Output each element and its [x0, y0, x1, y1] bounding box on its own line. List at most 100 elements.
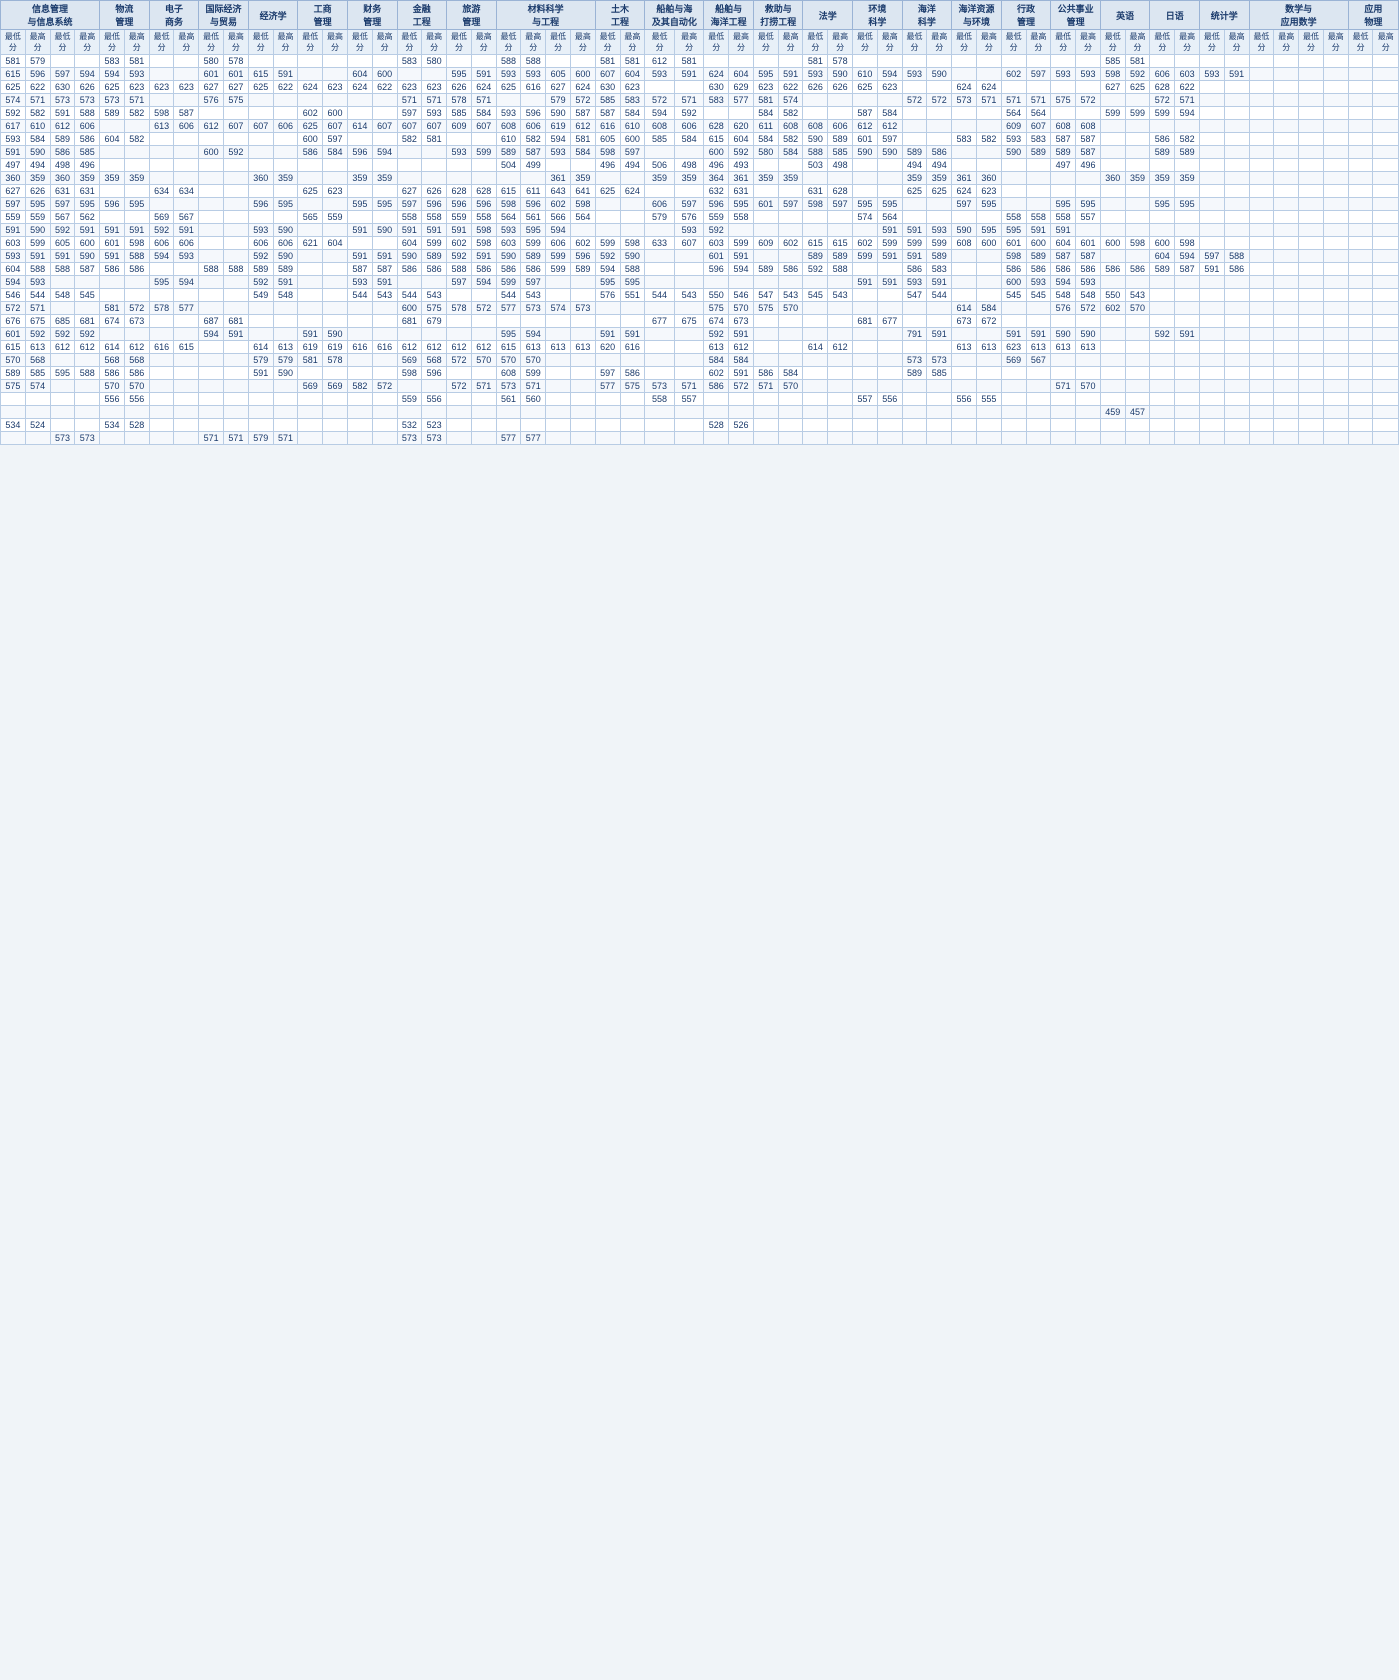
table-cell: 599: [422, 237, 447, 250]
table-cell: [1175, 354, 1200, 367]
table-cell: [1150, 354, 1175, 367]
table-cell: 494: [902, 159, 927, 172]
table-cell: [1199, 172, 1224, 185]
table-cell: 588: [50, 263, 75, 276]
table-cell: 558: [645, 393, 675, 406]
table-cell: 575: [620, 380, 645, 393]
table-row: 5595595675625695675655595585585595585645…: [1, 211, 1399, 224]
table-cell: 579: [273, 354, 298, 367]
table-cell: 626: [25, 185, 50, 198]
table-cell: [75, 55, 100, 68]
table-cell: [397, 146, 422, 159]
table-cell: [447, 393, 472, 406]
table-cell: 606: [149, 237, 174, 250]
table-cell: 557: [853, 393, 878, 406]
table-cell: [1348, 172, 1373, 185]
table-cell: [1076, 315, 1101, 328]
table-cell: 596: [100, 198, 125, 211]
sub-col-32: 最高分: [778, 30, 803, 55]
table-cell: 623: [620, 81, 645, 94]
table-cell: 573: [422, 432, 447, 445]
table-cell: [347, 94, 372, 107]
table-cell: 633: [645, 237, 675, 250]
table-cell: [877, 289, 902, 302]
table-cell: 591: [1026, 328, 1051, 341]
table-cell: [1348, 315, 1373, 328]
table-cell: [248, 146, 273, 159]
table-cell: [1100, 94, 1125, 107]
table-cell: [1224, 55, 1249, 68]
table-cell: [595, 198, 620, 211]
table-cell: 584: [323, 146, 348, 159]
sub-col-3: 最低分: [50, 30, 75, 55]
table-cell: [1249, 120, 1274, 133]
table-cell: 591: [298, 328, 323, 341]
table-cell: 596: [347, 146, 372, 159]
table-cell: 364: [704, 172, 729, 185]
table-cell: 579: [25, 55, 50, 68]
table-cell: [1249, 289, 1274, 302]
table-cell: 598: [1125, 237, 1150, 250]
table-cell: 570: [778, 380, 803, 393]
table-cell: 600: [570, 68, 595, 81]
table-cell: [645, 406, 675, 419]
table-cell: 592: [248, 250, 273, 263]
table-row: 5815795835815805785835805885885815816125…: [1, 55, 1399, 68]
table-cell: 573: [645, 380, 675, 393]
sub-col-42: 最高分: [1026, 30, 1051, 55]
table-cell: 359: [570, 172, 595, 185]
table-cell: 625: [298, 120, 323, 133]
table-cell: [1001, 159, 1026, 172]
table-cell: [546, 354, 571, 367]
table-cell: [902, 419, 927, 432]
table-cell: [372, 55, 397, 68]
table-cell: 631: [803, 185, 828, 198]
table-cell: 359: [273, 172, 298, 185]
table-cell: [853, 302, 878, 315]
table-cell: 579: [546, 94, 571, 107]
table-cell: 585: [645, 133, 675, 146]
header-logistics: 物流管理: [100, 1, 150, 30]
table-cell: [149, 68, 174, 81]
table-cell: [853, 185, 878, 198]
table-cell: 609: [753, 237, 778, 250]
table-cell: [1299, 419, 1324, 432]
table-cell: [674, 146, 704, 159]
table-cell: 594: [149, 250, 174, 263]
table-cell: 572: [1, 302, 26, 315]
sub-col-12: 最高分: [273, 30, 298, 55]
table-cell: 607: [323, 120, 348, 133]
table-cell: [1274, 419, 1299, 432]
table-cell: [595, 302, 620, 315]
table-cell: [902, 198, 927, 211]
table-cell: 571: [753, 380, 778, 393]
table-cell: 564: [1026, 107, 1051, 120]
table-cell: 590: [25, 146, 50, 159]
table-cell: [248, 55, 273, 68]
table-cell: 595: [25, 198, 50, 211]
table-cell: [1224, 94, 1249, 107]
table-cell: [323, 276, 348, 289]
table-cell: 603: [496, 237, 521, 250]
table-cell: [1323, 185, 1348, 198]
table-cell: 607: [372, 120, 397, 133]
table-cell: [273, 159, 298, 172]
table-cell: 593: [674, 224, 704, 237]
table-cell: 570: [1, 354, 26, 367]
table-cell: [1224, 341, 1249, 354]
table-cell: [828, 432, 853, 445]
table-cell: [927, 393, 952, 406]
table-cell: 587: [1051, 250, 1076, 263]
table-cell: 551: [620, 289, 645, 302]
table-cell: 588: [447, 263, 472, 276]
sub-col-37: 最低分: [902, 30, 927, 55]
table-cell: 615: [828, 237, 853, 250]
table-cell: 597: [397, 107, 422, 120]
table-cell: [124, 120, 149, 133]
table-cell: [1100, 367, 1125, 380]
table-cell: 622: [273, 81, 298, 94]
table-cell: [645, 432, 675, 445]
table-row: 5915905865856005925865845965945935995895…: [1, 146, 1399, 159]
table-cell: 544: [25, 289, 50, 302]
table-cell: [298, 94, 323, 107]
